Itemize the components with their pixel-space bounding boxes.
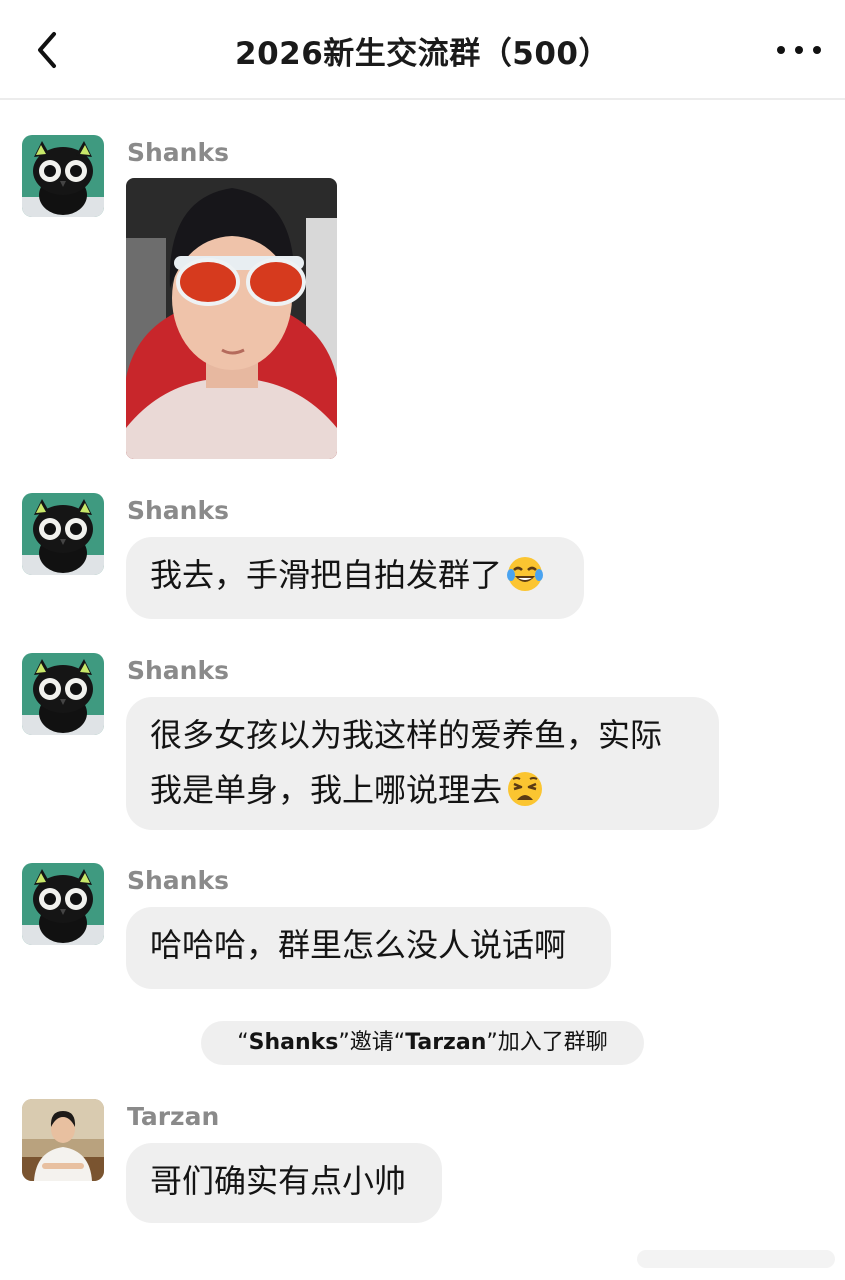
avatar-shanks[interactable]	[22, 493, 104, 575]
sender-name: Shanks	[127, 496, 229, 525]
message-text-line: 很多女孩以为我这样的爱养鱼，实际	[150, 716, 663, 754]
notice-inviter: Shanks	[248, 1030, 339, 1055]
message-bubble[interactable]: 很多女孩以为我这样的爱养鱼，实际 我是单身，我上哪说理去	[126, 697, 719, 830]
system-notice: “Shanks”邀请“Tarzan”加入了群聊	[201, 1021, 644, 1065]
more-options-icon[interactable]	[777, 32, 821, 68]
message-bubble[interactable]: 哥们确实有点小帅	[126, 1143, 442, 1223]
message-text: 哥们确实有点小帅	[150, 1162, 407, 1200]
scroll-handle	[637, 1248, 837, 1270]
avatar-shanks[interactable]	[22, 135, 104, 217]
message-text-line: 我是单身，我上哪说理去	[150, 771, 503, 809]
weary-face-icon	[506, 770, 544, 808]
tears-of-joy-icon	[506, 555, 544, 593]
chat-header: 2026新生交流群（500）	[0, 0, 845, 100]
message-text: 我去，手滑把自拍发群了	[150, 556, 503, 594]
avatar-shanks[interactable]	[22, 863, 104, 945]
message-bubble[interactable]: 我去，手滑把自拍发群了	[126, 537, 584, 619]
chat-title: 2026新生交流群（500）	[235, 36, 610, 72]
notice-invitee: Tarzan	[405, 1030, 487, 1055]
sender-name: Shanks	[127, 656, 229, 685]
message-text: 哈哈哈，群里怎么没人说话啊	[150, 926, 567, 964]
sender-name: Shanks	[127, 138, 229, 167]
message-bubble[interactable]: 哈哈哈，群里怎么没人说话啊	[126, 907, 611, 989]
avatar-shanks[interactable]	[22, 653, 104, 735]
sender-name: Shanks	[127, 866, 229, 895]
avatar-tarzan[interactable]	[22, 1099, 104, 1181]
selfie-image[interactable]	[126, 178, 337, 459]
sender-name: Tarzan	[127, 1102, 220, 1131]
